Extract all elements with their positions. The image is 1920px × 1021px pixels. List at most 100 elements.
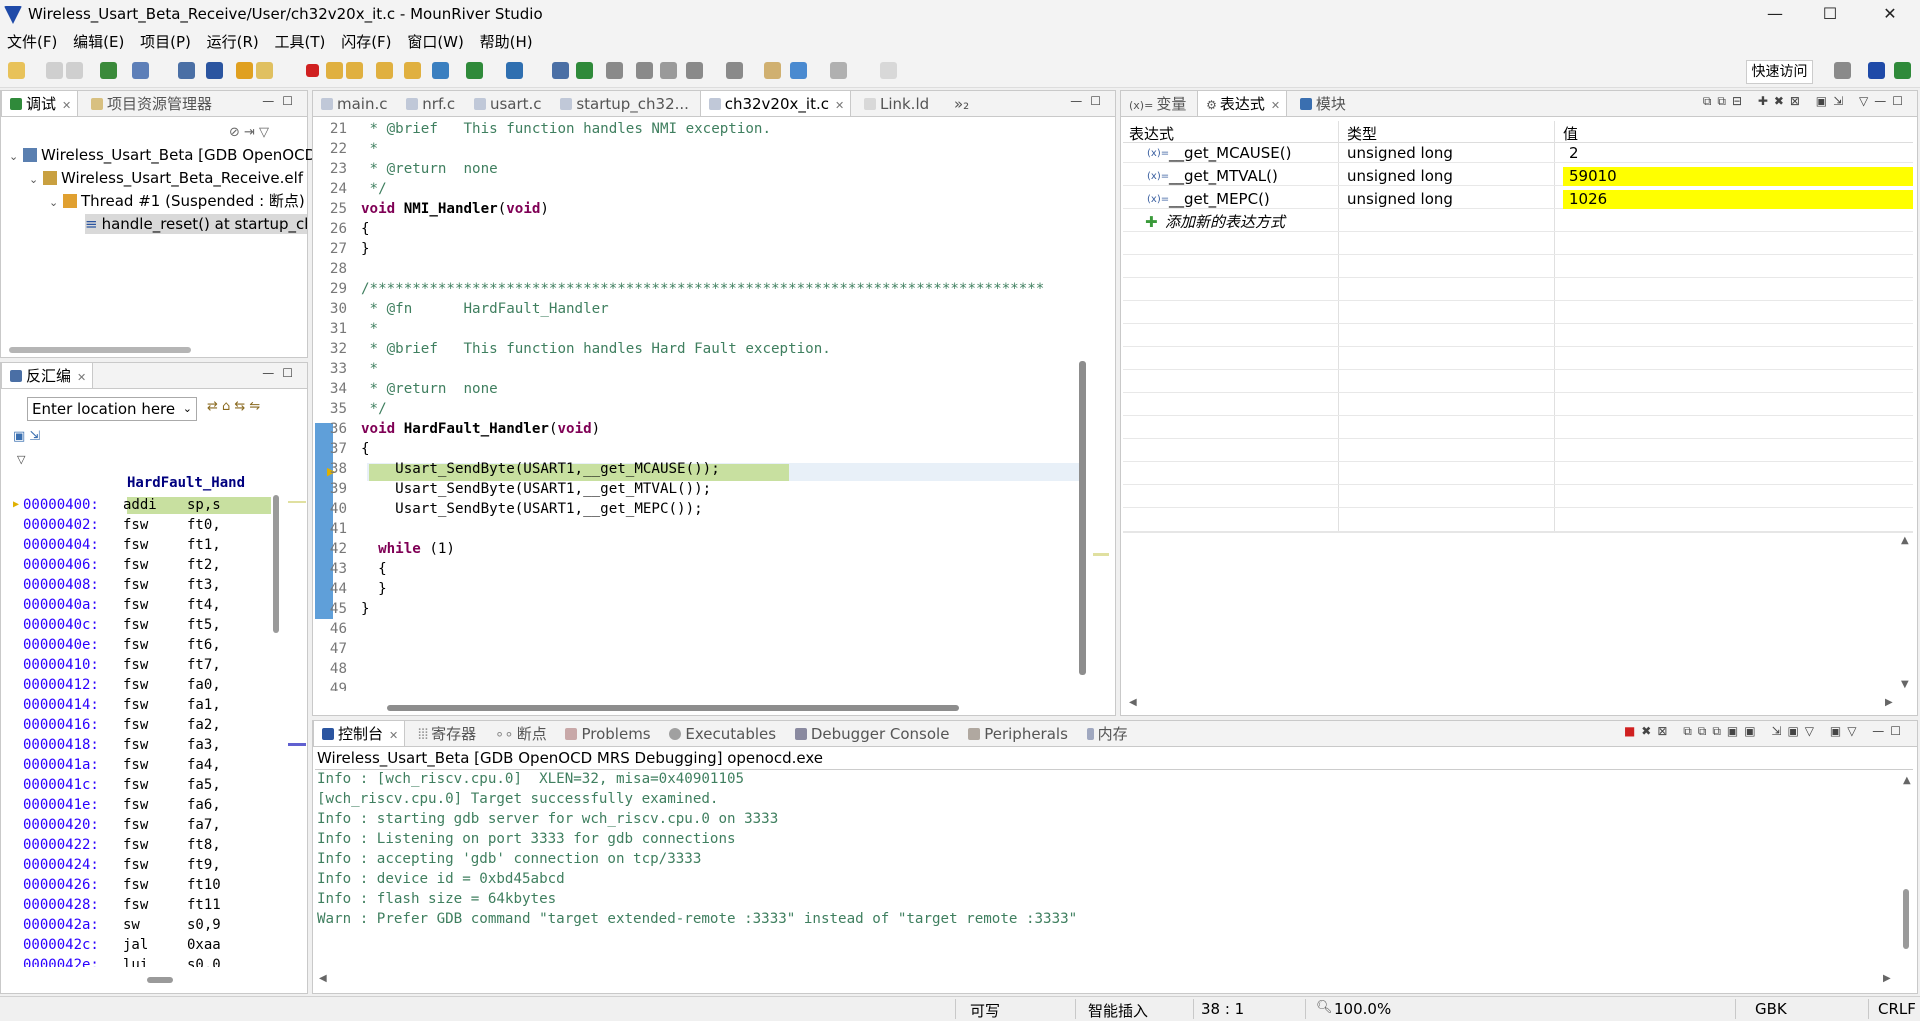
align-icon[interactable] (606, 62, 623, 79)
column-type[interactable]: 类型 (1347, 123, 1377, 144)
code-line[interactable]: 47 (313, 641, 1083, 657)
tab-modules[interactable]: 模块 (1292, 91, 1352, 116)
location-input[interactable]: Enter location here ⌄ (27, 397, 197, 421)
disassembly-toolbar[interactable]: ⇄ ⌂ ⇆ ⇋ (207, 399, 301, 419)
forward-icon[interactable] (830, 62, 847, 79)
tab-project-explorer[interactable]: 项目资源管理器 (83, 91, 218, 116)
horizontal-scrollbar[interactable] (9, 347, 191, 353)
chevron-down-icon[interactable]: ⌄ (29, 170, 43, 190)
status-zoom[interactable]: 100.0% (1334, 1000, 1391, 1018)
code-line[interactable]: 22 * (313, 141, 1083, 157)
scroll-right-icon[interactable]: ▶ (1883, 973, 1891, 984)
add-expression-row[interactable]: ✚ 添加新的表达方式 (1123, 213, 1913, 232)
console-output[interactable]: Info : [wch_riscv.cpu.0] XLEN=32, misa=0… (313, 771, 1893, 971)
expressions-toolbar[interactable]: ⧉⧉⊟ ✚✖⊠ ▣⇲ ▽—☐ (1703, 94, 1909, 109)
save-icon[interactable] (46, 62, 63, 79)
code-line[interactable]: 41 (313, 521, 1083, 537)
last-edit-icon[interactable] (764, 62, 781, 79)
close-icon[interactable]: ✕ (62, 99, 71, 112)
chevron-down-icon[interactable]: ⌄ (49, 193, 63, 213)
terminal-icon[interactable] (178, 62, 195, 79)
expression-value[interactable]: 59010 (1563, 167, 1913, 186)
annotation-icon[interactable] (686, 62, 703, 79)
code-line[interactable]: 34 * @return none (313, 381, 1083, 397)
tab-registers[interactable]: ⦙⦙⦙ 寄存器 (410, 721, 482, 746)
code-line[interactable]: 36 void HardFault_Handler(void) (313, 421, 1083, 437)
tab-problems[interactable]: Problems (557, 721, 656, 746)
code-line[interactable]: 31 * (313, 321, 1083, 337)
download-icon[interactable] (576, 62, 593, 79)
menu-dropdown-icon[interactable]: ▽ (17, 453, 25, 466)
close-icon[interactable]: ✕ (77, 371, 86, 384)
skip-breakpoints-icon[interactable] (206, 62, 223, 79)
step-into-icon[interactable] (326, 62, 343, 79)
tree-item-elf[interactable]: ⌄ Wireless_Usart_Beta_Receive.elf (29, 168, 303, 188)
tab-ch32v20x-it-c[interactable]: ch32v20x_it.c ✕ (699, 91, 852, 116)
expression-row[interactable]: (x)= __get_MCAUSE() unsigned long 2 (1123, 144, 1913, 163)
menu-project[interactable]: 项目(P) (136, 30, 195, 54)
close-icon[interactable]: ✕ (389, 729, 398, 742)
tab-startup[interactable]: startup_ch32... (552, 91, 695, 116)
code-line[interactable]: 45} (313, 601, 1083, 617)
scroll-down-icon[interactable]: ▼ (1901, 679, 1909, 690)
maximize-button[interactable]: ☐ (1800, 0, 1860, 30)
code-line[interactable]: 42 while (1) (313, 541, 1083, 557)
save-all-icon[interactable] (66, 62, 83, 79)
column-expression[interactable]: 表达式 (1129, 123, 1174, 144)
back-icon[interactable] (790, 62, 807, 79)
tab-peripherals[interactable]: Peripherals (960, 721, 1074, 746)
code-line[interactable]: 30 * @fn HardFault_Handler (313, 301, 1083, 317)
menu-file[interactable]: 文件(F) (3, 30, 61, 54)
code-line[interactable]: 44 } (313, 581, 1083, 597)
tab-console[interactable]: 控制台 ✕ (313, 721, 406, 746)
chevron-down-icon[interactable]: ⌄ (183, 398, 192, 420)
expression-value[interactable]: 1026 (1563, 190, 1913, 209)
perspective-mrs-icon[interactable] (1868, 62, 1885, 79)
scroll-left-icon[interactable]: ◀ (319, 973, 327, 984)
vertical-scrollbar[interactable] (273, 495, 279, 633)
code-line[interactable]: 21 * @brief This function handles NMI ex… (313, 121, 1083, 137)
code-line[interactable]: 38 Usart_SendByte(USART1,__get_MCAUSE())… (313, 461, 1083, 477)
perspective-debug-icon[interactable] (1894, 62, 1911, 79)
drop-to-frame-icon[interactable] (404, 62, 421, 79)
tab-breakpoints[interactable]: ∘∘ 断点 (487, 721, 553, 746)
tab-debugger-console[interactable]: Debugger Console (787, 721, 956, 746)
tab-main-c[interactable]: main.c (313, 91, 394, 116)
chevron-down-icon[interactable]: ⌄ (9, 147, 23, 167)
menu-window[interactable]: 窗口(W) (403, 30, 468, 54)
tree-item-launch[interactable]: ⌄ Wireless_Usart_Beta [GDB OpenOCD (9, 145, 316, 165)
pin-icon[interactable] (880, 62, 897, 79)
vertical-scrollbar[interactable] (1903, 889, 1909, 949)
code-line[interactable]: 33 * (313, 361, 1083, 377)
code-line[interactable]: 37 { (313, 441, 1083, 457)
step-over-icon[interactable] (346, 62, 363, 79)
code-line[interactable]: 29 /*************************************… (313, 281, 1083, 297)
code-line[interactable]: 23 * @return none (313, 161, 1083, 177)
terminate-icon[interactable]: ■ (1624, 724, 1641, 738)
minimize-button[interactable]: — (1745, 0, 1805, 30)
open-perspective-icon[interactable] (1834, 62, 1851, 79)
tab-usart-c[interactable]: usart.c (466, 91, 548, 116)
tree-item-thread[interactable]: ⌄ Thread #1 (Suspended : 断点) (49, 191, 305, 211)
code-line[interactable]: 39 Usart_SendByte(USART1,__get_MTVAL()); (313, 481, 1083, 497)
console-icon[interactable] (552, 62, 569, 79)
view-controls[interactable]: —☐ (262, 366, 301, 380)
tab-link-ld[interactable]: Link.ld (856, 91, 935, 116)
scroll-right-icon[interactable]: ▶ (1885, 697, 1893, 708)
expression-row[interactable]: (x)= __get_MEPC() unsigned long 1026 (1123, 190, 1913, 209)
code-editor[interactable]: 21 * @brief This function handles NMI ex… (313, 121, 1083, 691)
debug-toolbar[interactable]: ⊘ ⇥ ▽ (229, 125, 299, 143)
tab-executables[interactable]: Executables (661, 721, 782, 746)
layers-icon[interactable] (100, 62, 117, 79)
tab-debug[interactable]: 调试 ✕ (1, 91, 79, 116)
code-line[interactable]: 43 { (313, 561, 1083, 577)
menu-edit[interactable]: 编辑(E) (69, 30, 128, 54)
scroll-up-icon[interactable]: ▲ (1901, 535, 1909, 546)
code-line[interactable]: 48 (313, 661, 1083, 677)
tab-memory[interactable]: 内存 (1079, 721, 1134, 746)
menu-flash[interactable]: 闪存(F) (337, 30, 395, 54)
step-return-icon[interactable] (376, 62, 393, 79)
code-line[interactable]: 49 (313, 681, 1083, 691)
code-line[interactable]: 27} (313, 241, 1083, 257)
close-icon[interactable]: ✕ (835, 99, 844, 112)
